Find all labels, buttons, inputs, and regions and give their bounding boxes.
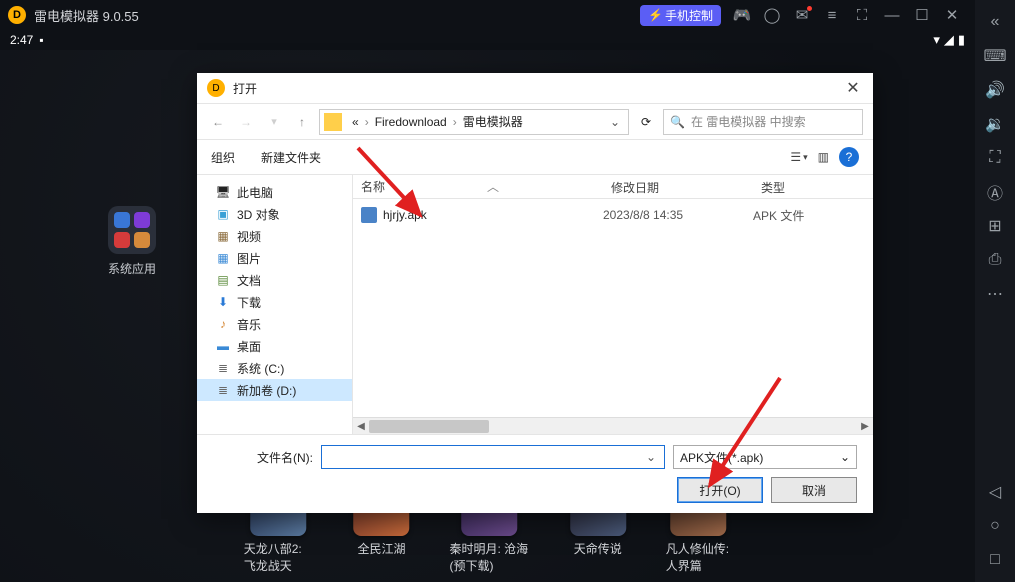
- app-logo-icon: D: [8, 6, 26, 24]
- folder-icon: [324, 113, 342, 131]
- android-back-icon[interactable]: ◁: [985, 482, 1005, 502]
- search-input[interactable]: 🔍 在 雷电模拟器 中搜索: [663, 109, 863, 135]
- filename-label: 文件名(N):: [213, 449, 313, 466]
- sidebar-item-drive-c[interactable]: ≣系统 (C:): [197, 357, 352, 379]
- signal-icon: ◢: [944, 32, 954, 48]
- android-statusbar: 2:47 ▪ ▾◢▮: [0, 30, 975, 50]
- collapse-rail-icon[interactable]: «: [985, 12, 1005, 32]
- document-icon: ▤: [215, 272, 231, 288]
- view-mode-button[interactable]: ☰▾: [790, 150, 807, 164]
- menu-icon[interactable]: ≡: [819, 2, 845, 28]
- horizontal-scrollbar[interactable]: ◀ ▶: [353, 417, 873, 434]
- system-apps-label: 系统应用: [108, 260, 156, 277]
- drive-icon: ≣: [215, 382, 231, 398]
- open-button[interactable]: 打开(O): [677, 477, 763, 503]
- dialog-app-icon: D: [207, 79, 225, 97]
- maximize-button[interactable]: ☐: [909, 2, 935, 28]
- phone-control-button[interactable]: ⚡手机控制: [640, 5, 721, 26]
- chevron-down-icon: ⌄: [840, 450, 850, 464]
- sidebar-item-documents[interactable]: ▤文档: [197, 269, 352, 291]
- mail-icon[interactable]: ✉: [789, 2, 815, 28]
- filetype-combo[interactable]: APK文件(*.apk)⌄: [673, 445, 857, 469]
- search-icon: 🔍: [670, 115, 685, 129]
- filename-input[interactable]: ⌄: [321, 445, 665, 469]
- music-icon: ♪: [215, 316, 231, 332]
- download-icon: ⬇: [215, 294, 231, 310]
- rotate-icon[interactable]: Ⓐ: [985, 182, 1005, 202]
- help-button[interactable]: ?: [839, 147, 859, 167]
- nav-forward-button[interactable]: →: [235, 111, 257, 133]
- sidebar-item-drive-d[interactable]: ≣新加卷 (D:): [197, 379, 352, 401]
- scroll-left-icon[interactable]: ◀: [353, 418, 369, 434]
- refresh-button[interactable]: ⟳: [635, 111, 657, 133]
- video-icon: ▦: [215, 228, 231, 244]
- keyboard-icon[interactable]: ⌨: [985, 46, 1005, 66]
- file-row[interactable]: hjrjy.apk 2023/8/8 14:35 APK 文件: [353, 203, 873, 227]
- sidebar-item-this-pc[interactable]: 🖥此电脑: [197, 181, 352, 203]
- battery-icon: ▮: [958, 32, 965, 48]
- scroll-thumb[interactable]: [369, 420, 489, 433]
- sync-icon[interactable]: ⎙: [985, 250, 1005, 270]
- drive-icon: ≣: [215, 360, 231, 376]
- nav-back-button[interactable]: ←: [207, 111, 229, 133]
- filename-dropdown-icon[interactable]: ⌄: [642, 446, 660, 468]
- file-list[interactable]: hjrjy.apk 2023/8/8 14:35 APK 文件: [353, 199, 873, 417]
- notification-dot-icon: ▪: [39, 33, 43, 47]
- nav-recent-button[interactable]: ▾: [263, 111, 285, 133]
- dialog-close-button[interactable]: ✕: [843, 78, 863, 98]
- organize-menu[interactable]: 组织: [211, 149, 235, 166]
- column-headers[interactable]: 名称︿ 修改日期 类型: [353, 175, 873, 199]
- sidebar-item-music[interactable]: ♪音乐: [197, 313, 352, 335]
- search-placeholder: 在 雷电模拟器 中搜索: [691, 113, 806, 130]
- account-icon[interactable]: ◯: [759, 2, 785, 28]
- volume-up-icon[interactable]: 🔊: [985, 80, 1005, 100]
- sidebar-item-desktop[interactable]: ▬桌面: [197, 335, 352, 357]
- sidebar-item-downloads[interactable]: ⬇下载: [197, 291, 352, 313]
- picture-icon: ▦: [215, 250, 231, 266]
- gamepad-icon[interactable]: 🎮: [729, 2, 755, 28]
- breadcrumb-dropdown-icon[interactable]: ⌄: [606, 115, 624, 129]
- sidebar-item-3d[interactable]: ▣3D 对象: [197, 203, 352, 225]
- fullscreen-icon[interactable]: ⛶: [849, 2, 875, 28]
- minimize-button[interactable]: —: [879, 2, 905, 28]
- cancel-button[interactable]: 取消: [771, 477, 857, 503]
- sidebar-item-pictures[interactable]: ▦图片: [197, 247, 352, 269]
- file-open-dialog: D 打开 ✕ ← → ▾ ↑ « › Firedownload › 雷电模拟器 …: [197, 73, 873, 513]
- android-home-icon[interactable]: ○: [985, 516, 1005, 536]
- wifi-icon: ▾: [933, 32, 940, 48]
- android-recent-icon[interactable]: □: [985, 550, 1005, 570]
- sidebar-item-videos[interactable]: ▦视频: [197, 225, 352, 247]
- multi-instance-icon[interactable]: ⊞: [985, 216, 1005, 236]
- preview-pane-button[interactable]: ▥: [818, 150, 829, 164]
- clock: 2:47: [10, 33, 33, 47]
- scroll-right-icon[interactable]: ▶: [857, 418, 873, 434]
- sort-indicator-icon: ︿: [487, 178, 499, 195]
- new-folder-button[interactable]: 新建文件夹: [261, 149, 321, 166]
- close-button[interactable]: ✕: [939, 2, 965, 28]
- expand-icon[interactable]: ⛶: [985, 148, 1005, 168]
- volume-down-icon[interactable]: 🔉: [985, 114, 1005, 134]
- cube-icon: ▣: [215, 206, 231, 222]
- emulator-titlebar: D 雷电模拟器 9.0.55 ⚡手机控制 🎮 ◯ ✉ ≡ ⛶ — ☐ ✕: [0, 0, 975, 30]
- desktop-icon: ▬: [215, 338, 231, 354]
- system-apps-folder[interactable]: 系统应用: [108, 206, 156, 277]
- address-breadcrumb[interactable]: « › Firedownload › 雷电模拟器 ⌄: [319, 109, 629, 135]
- pc-icon: 🖥: [215, 184, 231, 200]
- app-title: 雷电模拟器 9.0.55: [34, 6, 139, 25]
- more-icon[interactable]: ⋯: [985, 284, 1005, 304]
- dialog-title: 打开: [233, 80, 257, 97]
- emulator-side-toolbar: « ⌨ 🔊 🔉 ⛶ Ⓐ ⊞ ⎙ ⋯ ◁ ○ □: [975, 0, 1015, 582]
- apk-file-icon: [361, 207, 377, 223]
- nav-up-button[interactable]: ↑: [291, 111, 313, 133]
- places-sidebar[interactable]: 🖥此电脑 ▣3D 对象 ▦视频 ▦图片 ▤文档 ⬇下载 ♪音乐 ▬桌面 ≣系统 …: [197, 175, 352, 434]
